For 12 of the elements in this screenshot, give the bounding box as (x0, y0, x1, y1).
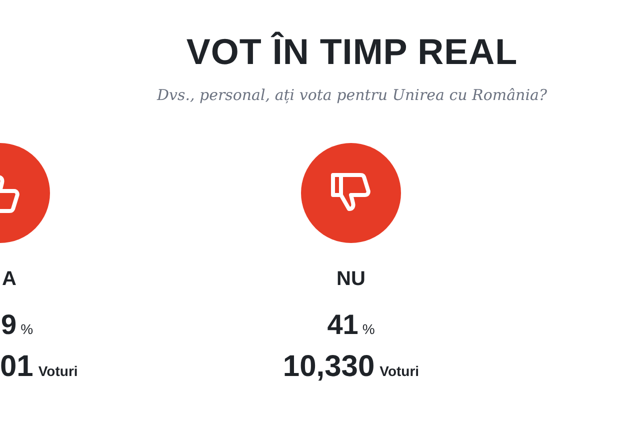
votes-unit: Voturi (380, 362, 420, 380)
votes-unit: Voturi (38, 362, 78, 380)
option-label: A (2, 266, 16, 292)
poll-question: Dvs., personal, ați vota pentru Unirea cu România? (157, 85, 547, 106)
percent-sign: % (362, 320, 375, 338)
page-title: VOT ÎN TIMP REAL (186, 30, 518, 74)
vote-count: 10,330 (282, 348, 375, 384)
option-label: NU (336, 266, 366, 292)
percent-value: 41 (327, 308, 358, 342)
percent-value: 9 (1, 308, 17, 342)
percent-sign: % (20, 320, 34, 338)
vote-count: 01 (0, 348, 34, 384)
